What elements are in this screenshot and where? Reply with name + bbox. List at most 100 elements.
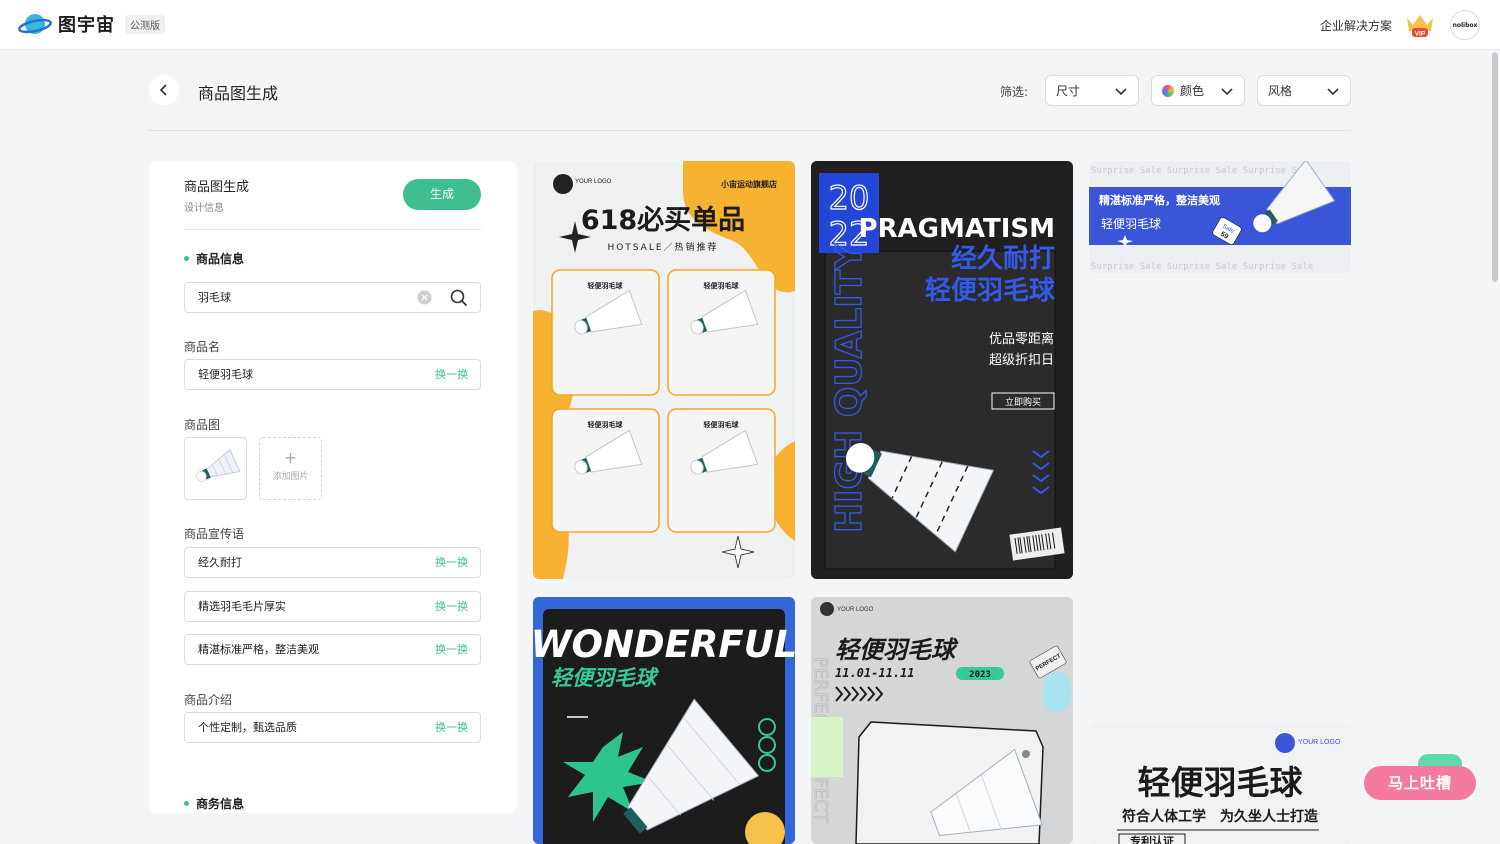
add-image-label: 添加图片 [272,472,309,482]
generate-button[interactable]: 生成 [403,179,481,210]
template-card-pragmatism[interactable]: 20 22 PRAGMATISM 经久耐打 轻便羽毛球 优品零距离 超级折扣日 … [811,161,1073,579]
card-618-headline: 618必买单品 [581,205,745,236]
template-card-ergonomic[interactable]: YOUR LOGO 轻便羽毛球 符合人体工学 为久坐人士打造 专利认证 [1089,724,1351,844]
panel-subtitle: 设计信息 [184,203,224,214]
top-bar: 图宇宙 公测版 企业解决方案 VIP nolibox [0,0,1500,50]
back-button[interactable] [149,75,179,105]
clear-icon[interactable] [417,290,432,305]
card-pragmatism-cta: 立即购买 [1005,396,1041,408]
card-surprise-slogan: 精湛标准严格，整洁美观 [1099,193,1220,207]
page-title: 商品图生成 [198,84,279,103]
card-surprise-ticker-top: Surprise Sale Surprise Sale Surprise Sal… [1091,166,1313,176]
chevron-left-icon [159,84,167,96]
slogan-field-3[interactable]: 精湛标准严格，整洁美观 换一换 [184,634,481,665]
plus-icon: + [283,448,298,467]
template-card-618[interactable]: YOUR LOGO 小宙运动旗舰店 618必买单品 HOTSALE／热销推荐 轻… [533,161,795,579]
planet-logo-icon [18,11,52,37]
card-1111-artwork: YOUR LOGO 轻便羽毛球 11.01-11.11 2023 PERFECT… [811,597,1073,844]
card-wonderful-title: WONDERFUL [533,623,795,666]
card-1111-logo: YOUR LOGO [837,607,874,613]
add-image-button[interactable]: + 添加图片 [259,437,322,500]
card-pragmatism-title: PRAGMATISM [858,214,1055,244]
card-wonderful-name: 轻便羽毛球 [551,666,660,690]
card-wonderful-artwork: WONDERFUL 轻便羽毛球 [533,597,795,844]
brand-logo[interactable]: 图宇宙 公测版 [18,11,165,37]
page-scrollbar[interactable] [1492,52,1498,282]
card-ergonomic-logo: YOUR LOGO [1298,739,1341,746]
intro-field[interactable]: 个性定制，甄选品质 换一换 [184,712,481,743]
beta-badge: 公测版 [125,14,165,34]
card-618-store: 小宙运动旗舰店 [720,179,777,189]
slogan-field-2[interactable]: 精选羽毛毛片厚实 换一换 [184,591,481,622]
color-filter-select[interactable]: 颜色 [1151,75,1245,106]
product-image-label: 商品图 [184,418,221,432]
product-name-value: 轻便羽毛球 [198,368,253,381]
card-surprise-artwork: Surprise Sale Surprise Sale Surprise Sal… [1089,161,1351,272]
chevron-down-icon [1115,88,1127,96]
slogan-label: 商品宣传语 [184,527,245,541]
card-pragmatism-line4: 超级折扣日 [989,353,1054,368]
avatar[interactable]: nolibox [1450,10,1480,40]
vip-crown-icon[interactable]: VIP [1404,12,1436,38]
shuttlecock-image [196,449,241,482]
card-ergonomic-desc: 符合人体工学 为久坐人士打造 [1121,808,1318,825]
product-image-thumbnail[interactable] [184,437,247,500]
card-surprise-name: 轻便羽毛球 [1101,217,1161,231]
card-pragmatism-year-top: 20 [829,179,870,217]
card-618-artwork: YOUR LOGO 小宙运动旗舰店 618必买单品 HOTSALE／热销推荐 轻… [533,161,795,579]
filter-label: 筛选: [1000,85,1029,99]
template-card-wonderful[interactable]: WONDERFUL 轻便羽毛球 [533,597,795,844]
size-filter-select[interactable]: 尺寸 [1045,75,1139,106]
header-divider [148,130,1351,131]
feedback-button[interactable]: 马上吐槽 [1364,766,1476,800]
product-name-label: 商品名 [184,340,221,354]
card-1111-name: 轻便羽毛球 [835,636,959,664]
template-card-1111[interactable]: YOUR LOGO 轻便羽毛球 11.01-11.11 2023 PERFECT… [811,597,1073,844]
card-618-sub: HOTSALE／热销推荐 [607,241,718,253]
enterprise-solutions-link[interactable]: 企业解决方案 [1320,17,1392,34]
intro-value: 个性定制，甄选品质 [198,721,297,734]
swap-intro-button[interactable]: 换一换 [435,713,468,742]
slogan-field-1[interactable]: 经久耐打 换一换 [184,547,481,578]
swap-slogan-2-button[interactable]: 换一换 [435,592,468,621]
style-filter-label: 风格 [1268,84,1293,98]
design-info-panel: 商品图生成 设计信息 生成 商品信息 羽毛球 商品名 轻便羽毛球 换一换 商品图… [149,161,517,813]
intro-label: 商品介绍 [184,693,233,707]
slogan-value-2: 精选羽毛毛片厚实 [198,600,286,613]
product-name-field[interactable]: 轻便羽毛球 换一换 [184,359,481,390]
search-input[interactable]: 羽毛球 [184,282,481,313]
card-1111-dates: 11.01-11.11 [835,666,914,680]
card-618-tile-label-1: 轻便羽毛球 [588,281,624,290]
chevron-down-icon [1221,88,1233,96]
chevron-down-icon [1327,88,1339,96]
swap-slogan-1-button[interactable]: 换一换 [435,548,468,577]
search-icon[interactable] [450,289,468,307]
card-618-tile-label-3: 轻便羽毛球 [588,420,624,429]
card-ergonomic-name: 轻便羽毛球 [1138,763,1304,802]
swap-product-name-button[interactable]: 换一换 [435,360,468,389]
card-pragmatism-vertical: HIGH QUALITY [829,243,870,533]
vip-badge-text: VIP [1415,31,1426,38]
card-618-tile-label-4: 轻便羽毛球 [704,420,740,429]
card-surprise-ticker-bottom: Surprise Sale Surprise Sale Surprise Sal… [1091,262,1313,272]
swap-slogan-3-button[interactable]: 换一换 [435,635,468,664]
brand-name: 图宇宙 [58,15,115,36]
color-wheel-icon [1162,84,1174,97]
panel-divider [184,229,481,230]
card-ergonomic-artwork: YOUR LOGO 轻便羽毛球 符合人体工学 为久坐人士打造 专利认证 [1089,724,1351,844]
section-business-info: 商务信息 [184,795,244,812]
size-filter-label: 尺寸 [1056,84,1081,98]
template-card-surprise-sale[interactable]: Surprise Sale Surprise Sale Surprise Sal… [1089,161,1351,273]
style-filter-select[interactable]: 风格 [1257,75,1351,106]
card-pragmatism-line1: 经久耐打 [951,243,1055,274]
card-pragmatism-line3: 优品零距离 [989,331,1054,347]
search-input-value: 羽毛球 [198,291,231,304]
card-pragmatism-line2: 轻便羽毛球 [925,276,1056,306]
card-618-logo: YOUR LOGO [575,179,612,185]
card-pragmatism-artwork: 20 22 PRAGMATISM 经久耐打 轻便羽毛球 优品零距离 超级折扣日 … [811,161,1073,579]
panel-title: 商品图生成 [184,180,250,195]
slogan-value-3: 精湛标准严格，整洁美观 [198,643,319,656]
color-filter-label: 颜色 [1180,84,1205,98]
slogan-value-1: 经久耐打 [198,556,242,569]
card-ergonomic-tag: 专利认证 [1130,834,1174,844]
